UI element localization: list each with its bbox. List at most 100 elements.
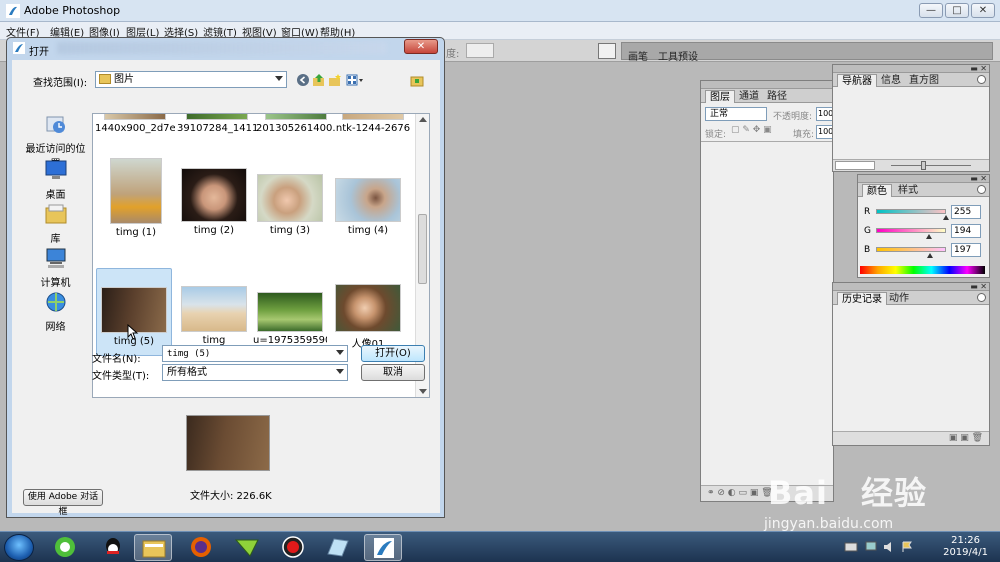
zoom-field[interactable] bbox=[835, 161, 875, 170]
file-item[interactable]: timg (2) bbox=[177, 168, 251, 236]
computer-icon bbox=[46, 248, 65, 268]
file-item[interactable]: timg bbox=[177, 286, 251, 346]
360-browser-icon bbox=[55, 537, 75, 557]
channel-slider-handle[interactable] bbox=[926, 253, 933, 258]
taskbar-item-photoshop[interactable] bbox=[364, 534, 402, 561]
tab-paths[interactable]: 路径 bbox=[763, 90, 791, 103]
navigator-zoom-bar bbox=[833, 159, 989, 171]
file-item[interactable]: 1440x900_2d7e... bbox=[95, 114, 175, 134]
clock[interactable]: 21:26 2019/4/1 bbox=[943, 535, 988, 559]
place-computer[interactable]: 计算机 bbox=[22, 247, 89, 289]
channel-slider-track[interactable] bbox=[876, 247, 946, 252]
place-label: 网络 bbox=[45, 322, 66, 333]
file-item[interactable]: timg (3) bbox=[253, 174, 327, 236]
file-item[interactable]: 39107284_1411... bbox=[177, 114, 257, 134]
color-ramp[interactable] bbox=[860, 266, 985, 274]
filetype-select[interactable]: 所有格式 bbox=[162, 364, 348, 381]
tab-channels[interactable]: 通道 bbox=[735, 90, 763, 103]
taskbar-item-qq[interactable] bbox=[94, 534, 132, 561]
tab-histogram[interactable]: 直方图 bbox=[905, 74, 943, 87]
filetype-value: 所有格式 bbox=[167, 367, 207, 378]
cancel-button[interactable]: 取消 bbox=[361, 364, 425, 381]
taskbar-item-file-explorer[interactable] bbox=[134, 534, 172, 561]
channel-slider-track[interactable] bbox=[876, 209, 946, 214]
image-preview bbox=[186, 415, 270, 471]
options-value-field[interactable] bbox=[466, 43, 494, 58]
close-button[interactable]: ✕ bbox=[971, 3, 995, 18]
well-tab-brushes[interactable]: 画笔 bbox=[628, 48, 648, 63]
tab-actions[interactable]: 动作 bbox=[885, 292, 913, 305]
start-button[interactable] bbox=[4, 534, 34, 561]
file-item[interactable]: u=1975359590... bbox=[253, 292, 327, 346]
network-tray-icon[interactable] bbox=[864, 541, 878, 553]
file-thumbnail bbox=[342, 114, 404, 120]
volume-icon[interactable] bbox=[882, 541, 896, 553]
file-item[interactable]: 201305261400... bbox=[256, 114, 336, 134]
minimize-button[interactable]: — bbox=[919, 3, 943, 18]
zoom-slider-handle[interactable] bbox=[921, 161, 926, 170]
fill-label: 填充: bbox=[793, 130, 815, 140]
blend-mode-select[interactable]: 正常 bbox=[705, 107, 767, 121]
place-desktop[interactable]: 桌面 bbox=[22, 159, 89, 201]
dialog-close-button[interactable]: ✕ bbox=[404, 39, 438, 54]
lock-label: 锁定: bbox=[705, 130, 727, 140]
taskbar-item-glass-app[interactable] bbox=[318, 534, 356, 561]
back-icon[interactable] bbox=[296, 73, 310, 87]
channel-slider-track[interactable] bbox=[876, 228, 946, 233]
blurred-background-area bbox=[57, 42, 387, 54]
up-folder-icon[interactable] bbox=[312, 73, 326, 87]
mouse-cursor-icon bbox=[127, 324, 139, 340]
file-size-label: 文件大小: 226.6K bbox=[190, 491, 272, 502]
toggle-palette-icon[interactable] bbox=[598, 43, 616, 59]
panel-menu-icon[interactable] bbox=[977, 75, 986, 84]
new-folder-icon[interactable] bbox=[328, 73, 342, 87]
channel-value-field[interactable]: 194 bbox=[951, 224, 981, 238]
channel-slider-handle[interactable] bbox=[943, 215, 949, 220]
file-item-selected[interactable]: timg (5) bbox=[96, 268, 172, 356]
panel-menu-icon[interactable] bbox=[977, 185, 986, 194]
file-item[interactable]: 人像01 bbox=[331, 284, 405, 350]
taskbar-item-media-player[interactable] bbox=[228, 534, 266, 561]
tab-history[interactable]: 历史记录 bbox=[837, 292, 887, 305]
file-item[interactable]: ntk-1244-2676 bbox=[333, 114, 413, 134]
file-item[interactable]: timg (4) bbox=[331, 178, 405, 236]
look-in-select[interactable]: 图片 bbox=[95, 71, 287, 88]
file-item[interactable]: timg (1) bbox=[99, 158, 173, 238]
scroll-thumb[interactable] bbox=[418, 214, 427, 284]
scroll-down-icon[interactable] bbox=[419, 389, 427, 394]
tab-layers[interactable]: 图层 bbox=[705, 90, 735, 103]
photoshop-logo-icon bbox=[13, 42, 25, 54]
scroll-up-icon[interactable] bbox=[419, 117, 427, 122]
place-libraries[interactable]: 库 bbox=[22, 203, 89, 245]
color-panel: ▬ ✕ 颜色 样式 R 255 G 194 B 197 bbox=[857, 174, 990, 278]
view-menu-icon[interactable] bbox=[346, 73, 366, 87]
filename-input[interactable]: timg (5) bbox=[162, 345, 348, 362]
maximize-button[interactable]: □ bbox=[945, 3, 969, 18]
tab-navigator[interactable]: 导航器 bbox=[837, 74, 877, 87]
channel-value-field[interactable]: 255 bbox=[951, 205, 981, 219]
bridge-folder-icon[interactable] bbox=[410, 73, 424, 87]
taskbar-item-firefox[interactable] bbox=[182, 534, 220, 561]
file-thumbnail bbox=[257, 292, 323, 332]
well-tab-tool-presets[interactable]: 工具预设 bbox=[658, 48, 698, 63]
flag-icon[interactable] bbox=[900, 541, 914, 553]
layers-panel: 图层 通道 路径 正常 不透明度: 100 锁定: ▢ ✎ ✥ ▣ 填充: 10… bbox=[700, 80, 834, 502]
keyboard-icon[interactable] bbox=[844, 541, 858, 553]
tab-color[interactable]: 颜色 bbox=[862, 184, 892, 197]
navigator-panel: ▬ ✕ 导航器 信息 直方图 bbox=[832, 64, 990, 172]
panel-menu-icon[interactable] bbox=[977, 293, 986, 302]
options-partial-label: 度: bbox=[446, 49, 460, 60]
tab-info[interactable]: 信息 bbox=[877, 74, 905, 87]
open-button[interactable]: 打开(O) bbox=[361, 345, 425, 362]
channel-slider-handle[interactable] bbox=[926, 234, 933, 239]
use-adobe-dialog-button[interactable]: 使用 Adobe 对话框 bbox=[23, 489, 103, 517]
photoshop-icon bbox=[374, 538, 394, 558]
baidu-jingyan-watermark: Bai 经验 jingyan.baidu.com bbox=[752, 458, 992, 538]
tab-styles[interactable]: 样式 bbox=[894, 184, 922, 197]
place-network[interactable]: 网络 bbox=[22, 291, 89, 333]
channel-value-field[interactable]: 197 bbox=[951, 243, 981, 257]
taskbar-item-360-browser[interactable] bbox=[46, 534, 84, 561]
history-footer-icons[interactable]: ▣ ▣ 🗑 bbox=[833, 431, 989, 445]
taskbar-item-screen-recorder[interactable] bbox=[274, 534, 312, 561]
lock-icons[interactable]: ▢ ✎ ✥ ▣ bbox=[731, 125, 772, 135]
